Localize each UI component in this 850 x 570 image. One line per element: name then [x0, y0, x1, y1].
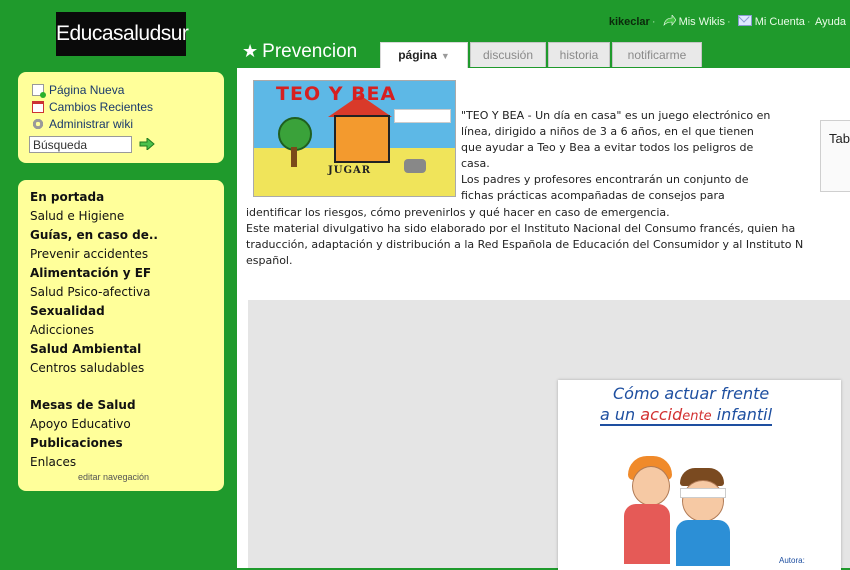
tab-notificarme-label: notificarme [627, 48, 687, 62]
edit-navigation-link[interactable]: editar navegación [78, 472, 149, 482]
mail-icon [737, 15, 752, 26]
search-go-arrow-icon[interactable] [139, 138, 155, 150]
username-link[interactable]: kikeclar [609, 16, 650, 28]
children-illustration [620, 438, 750, 568]
page-title-text: Prevencion [262, 41, 358, 62]
book-cover-image[interactable]: Cómo actuar frente a un accidente infant… [558, 380, 841, 570]
navigation-box: En portada Salud e Higiene Guías, en cas… [18, 180, 224, 491]
tools-box: Página Nueva Cambios Recientes Administr… [18, 72, 224, 163]
admin-wiki-link[interactable]: Administrar wiki [32, 117, 133, 131]
nav-item-guias[interactable]: Guías, en caso de.. [30, 228, 158, 242]
book-title-line-2: a un accidente infantil [600, 405, 773, 426]
intro-line-3: que ayudar a Teo y Bea a evitar todos lo… [461, 141, 754, 154]
site-logo[interactable]: Educasaludsur [56, 12, 189, 56]
nav-item-salud-ambiental[interactable]: Salud Ambiental [30, 342, 141, 356]
admin-wiki-label: Administrar wiki [49, 117, 134, 131]
new-page-label: Página Nueva [49, 83, 125, 97]
chevron-down-icon[interactable]: ▼ [441, 51, 450, 61]
new-page-icon [32, 84, 46, 98]
tab-historia[interactable]: historia [548, 42, 610, 67]
cat-illustration [404, 159, 426, 173]
tab-discusion-label: discusión [482, 48, 534, 62]
nav-item-psico-afectiva[interactable]: Salud Psico-afectiva [30, 285, 151, 299]
nav-item-prevenir-accidentes[interactable]: Prevenir accidentes [30, 247, 148, 261]
play-button[interactable]: JUGAR [328, 165, 371, 176]
nav-item-adicciones[interactable]: Adicciones [30, 323, 94, 337]
tab-pagina-label: página [398, 48, 437, 62]
star-icon[interactable]: ★ [242, 41, 258, 61]
intro-line-10: español. [246, 254, 293, 267]
nav-item-alimentacion[interactable]: Alimentación y EF [30, 266, 151, 280]
intro-line-1: "TEO Y BEA - Un día en casa" es un juego… [461, 109, 771, 122]
table-of-contents-box[interactable]: Tab [820, 120, 850, 192]
intro-line-9: traducción, adaptación y distribución a … [246, 238, 804, 251]
arrow-icon [663, 15, 676, 26]
nav-item-salud-higiene[interactable]: Salud e Higiene [30, 209, 124, 223]
nav-item-en-portada[interactable]: En portada [30, 190, 104, 204]
teo-bea-game-banner[interactable]: TEO Y BEA JUGAR [253, 80, 456, 197]
main-content: TEO Y BEA JUGAR "TEO Y BEA - Un día en c… [237, 68, 850, 570]
my-wikis-link[interactable]: Mis Wikis [679, 16, 725, 28]
tab-historia-label: historia [559, 48, 599, 62]
user-bar: kikeclar · Mis Wikis · Mi Cuenta · Ayuda [608, 15, 846, 28]
intro-line-2: línea, dirigido a niños de 3 a 6 años, e… [461, 125, 754, 138]
recent-changes-link[interactable]: Cambios Recientes [32, 100, 153, 114]
gear-icon [32, 118, 44, 130]
sponsor-flags [394, 109, 451, 123]
intro-line-4: casa. [461, 157, 490, 170]
nav-item-enlaces[interactable]: Enlaces [30, 455, 76, 469]
intro-line-5: Los padres y profesores encontrarán un c… [461, 173, 749, 186]
banner-title: TEO Y BEA [276, 83, 397, 105]
page-title: ★ Prevencion [242, 41, 357, 63]
intro-line-7: identificar los riesgos, cómo prevenirlo… [246, 206, 670, 219]
my-account-link[interactable]: Mi Cuenta [755, 16, 805, 28]
search-input[interactable]: Búsqueda [29, 136, 132, 153]
tab-notificarme[interactable]: notificarme [612, 42, 702, 67]
intro-line-6: fichas prácticas acompañadas de consejos… [461, 189, 725, 202]
tab-discusion[interactable]: discusión [470, 42, 546, 67]
help-link[interactable]: Ayuda [815, 16, 846, 28]
nav-item-publicaciones[interactable]: Publicaciones [30, 436, 123, 450]
recent-changes-label: Cambios Recientes [49, 100, 154, 114]
tab-pagina[interactable]: página ▼ [380, 42, 468, 69]
nav-item-centros-saludables[interactable]: Centros saludables [30, 361, 144, 375]
intro-line-8: Este material divulgativo ha sido elabor… [246, 222, 796, 235]
book-title-line-1: Cómo actuar frente [613, 384, 770, 403]
calendar-icon [32, 101, 44, 113]
new-page-link[interactable]: Página Nueva [32, 83, 125, 98]
nav-item-apoyo-educativo[interactable]: Apoyo Educativo [30, 417, 131, 431]
nav-item-mesas-salud[interactable]: Mesas de Salud [30, 398, 136, 412]
book-author-label: Autora: [779, 556, 805, 565]
nav-item-sexualidad[interactable]: Sexualidad [30, 304, 105, 318]
